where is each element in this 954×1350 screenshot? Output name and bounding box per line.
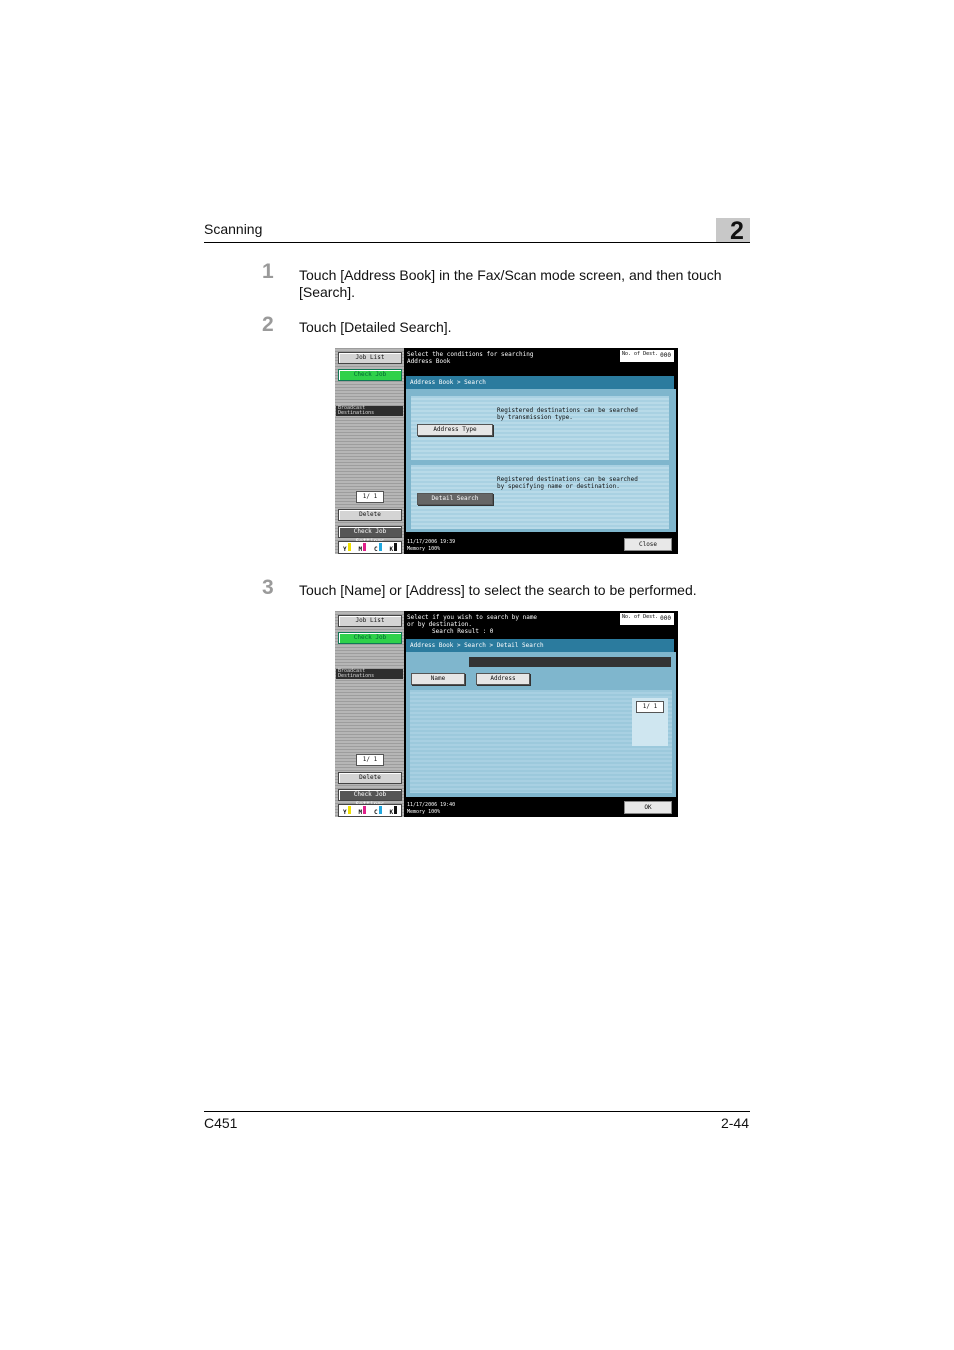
name-button[interactable]: Name	[411, 673, 465, 685]
step-text-3: Touch [Name] or [Address] to select the …	[299, 582, 697, 598]
toner-level-bar	[394, 542, 398, 551]
toner-c: C	[373, 542, 382, 553]
toner-label: M	[358, 808, 363, 816]
side-page-indicator: 1/ 1	[356, 491, 384, 503]
delete-button[interactable]: Delete	[338, 509, 402, 521]
toner-label: M	[358, 545, 363, 553]
search-result: Search Result : 0	[432, 628, 494, 635]
top-message-bar: Select if you wish to search by name or …	[404, 611, 678, 637]
check-job-button[interactable]: Check Job	[338, 632, 402, 644]
toner-label: Y	[342, 545, 347, 553]
toner-label: K	[389, 545, 394, 553]
toner-k: K	[389, 805, 398, 816]
toner-level-bar	[378, 805, 382, 814]
side-page-indicator: 1/ 1	[356, 754, 384, 766]
address-type-button[interactable]: Address Type	[417, 424, 493, 436]
destination-counter: No. of Dest. 000	[620, 350, 674, 362]
detail-search-card: Registered destinations can be searched …	[411, 465, 669, 529]
toner-level-bar	[347, 542, 351, 551]
counter-value: 000	[660, 615, 671, 622]
detail-search-description: Registered destinations can be searched …	[497, 476, 638, 490]
step-number-1: 1	[262, 260, 274, 283]
toner-m: M	[358, 805, 367, 816]
status-datetime: 11/17/2006 19:40	[407, 802, 456, 808]
breadcrumb: Address Book > Search	[406, 376, 674, 389]
detail-search-button[interactable]: Detail Search	[417, 493, 493, 505]
top-message: Select the conditions for searching Addr…	[407, 351, 534, 365]
side-panel: Job List Check Job Broadcast Destination…	[335, 611, 404, 817]
side-panel: Job List Check Job Broadcast Destination…	[335, 348, 404, 554]
toner-c: C	[373, 805, 382, 816]
ok-button[interactable]: OK	[624, 801, 672, 814]
step-number-3: 3	[262, 576, 274, 599]
status-bar: 11/17/2006 19:40 Memory 100% OK	[404, 799, 678, 817]
counter-label: No. of Dest.	[622, 351, 659, 357]
screen-detail-search: Job List Check Job Broadcast Destination…	[335, 611, 678, 817]
top-message-bar: Select the conditions for searching Addr…	[404, 348, 678, 374]
results-list: 1/ 1	[410, 690, 672, 793]
list-page-indicator: 1/ 1	[636, 701, 664, 713]
step-text-1: Touch [Address Book] in the Fax/Scan mod…	[299, 267, 722, 300]
toner-y: Y	[342, 542, 351, 553]
status-bar: 11/17/2006 19:39 Memory 100% Close	[404, 536, 678, 554]
list-pager-panel: 1/ 1	[632, 698, 668, 746]
address-type-card: Registered destinations can be searched …	[411, 396, 669, 460]
footer-rule	[204, 1111, 750, 1112]
footer-page-number: 2-44	[720, 1115, 749, 1131]
toner-label: K	[389, 808, 394, 816]
toner-label: C	[373, 545, 378, 553]
step-text-2: Touch [Detailed Search].	[299, 319, 452, 335]
header-rule	[204, 242, 750, 243]
status-memory: Memory 100%	[407, 809, 441, 815]
counter-value: 000	[660, 352, 671, 359]
toner-indicator: YMCK	[338, 804, 402, 817]
search-text-field[interactable]	[469, 657, 671, 667]
toner-level-bar	[363, 542, 367, 551]
check-job-settings-button[interactable]: Check Job Settings	[338, 789, 402, 808]
toner-y: Y	[342, 805, 351, 816]
toner-indicator: YMCK	[338, 541, 402, 554]
status-datetime: 11/17/2006 19:39	[407, 539, 456, 545]
toner-level-bar	[347, 805, 351, 814]
toner-label: Y	[342, 808, 347, 816]
address-button[interactable]: Address	[476, 673, 530, 685]
broadcast-destinations-label: Broadcast Destinations	[336, 669, 403, 679]
check-job-button[interactable]: Check Job	[338, 369, 402, 381]
toner-level-bar	[394, 805, 398, 814]
status-memory: Memory 100%	[407, 546, 441, 552]
job-list-button[interactable]: Job List	[338, 352, 402, 364]
step-number-2: 2	[262, 313, 274, 336]
toner-label: C	[373, 808, 378, 816]
toner-level-bar	[378, 542, 382, 551]
content-area: Name Address 1/ 1	[406, 652, 676, 797]
toner-k: K	[389, 542, 398, 553]
counter-label: No. of Dest.	[622, 614, 659, 620]
delete-button[interactable]: Delete	[338, 772, 402, 784]
footer-model: C451	[204, 1115, 238, 1131]
toner-m: M	[358, 542, 367, 553]
screen-search: Job List Check Job Broadcast Destination…	[335, 348, 678, 554]
breadcrumb: Address Book > Search > Detail Search	[406, 639, 674, 652]
destination-counter: No. of Dest. 000	[620, 613, 674, 625]
check-job-settings-button[interactable]: Check Job Settings	[338, 526, 402, 545]
close-button[interactable]: Close	[624, 538, 672, 551]
toner-level-bar	[363, 805, 367, 814]
address-type-description: Registered destinations can be searched …	[497, 407, 638, 421]
section-title: Scanning	[204, 221, 263, 237]
job-list-button[interactable]: Job List	[338, 615, 402, 627]
broadcast-destinations-label: Broadcast Destinations	[336, 406, 403, 416]
top-message: Select if you wish to search by name or …	[407, 614, 538, 628]
content-area: Registered destinations can be searched …	[406, 389, 676, 532]
